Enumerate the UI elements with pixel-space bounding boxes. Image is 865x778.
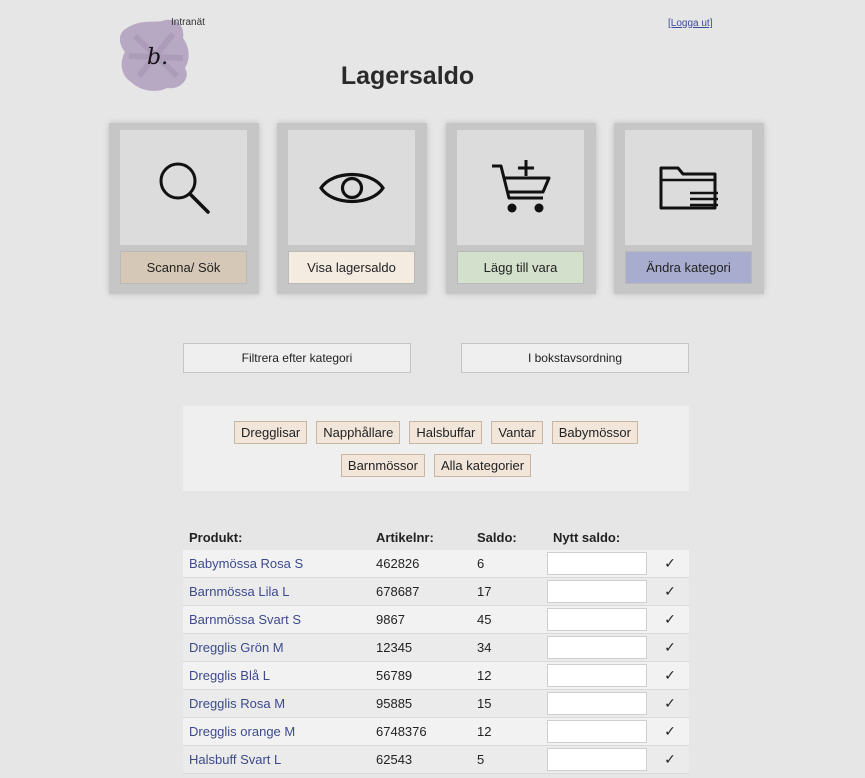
- table-row: Dregglis Rosa M 95885 15 ✓: [183, 689, 689, 718]
- category-chip-dregglisar[interactable]: Dregglisar: [234, 421, 308, 444]
- category-chip-all[interactable]: Alla kategorier: [433, 454, 532, 477]
- category-chip-barnmossor[interactable]: Barnmössor: [340, 454, 425, 477]
- new-stock-input[interactable]: [547, 636, 647, 659]
- product-name[interactable]: Barnmössa Lila L: [183, 577, 370, 606]
- column-header-new-stock: Nytt saldo:: [547, 524, 651, 550]
- confirm-check-icon[interactable]: ✓: [651, 745, 689, 774]
- confirm-check-icon[interactable]: ✓: [651, 661, 689, 690]
- tile-change-category[interactable]: Ändra kategori: [614, 123, 764, 294]
- tile-view-stock[interactable]: Visa lagersaldo: [277, 123, 427, 294]
- article-number: 12345: [370, 633, 471, 662]
- tile-label-add-item[interactable]: Lägg till vara: [457, 251, 584, 284]
- tile-icon-box: [288, 130, 415, 245]
- confirm-check-icon[interactable]: ✓: [651, 577, 689, 606]
- table-row: Dregglis Grön M 12345 34 ✓: [183, 633, 689, 662]
- confirm-check-icon[interactable]: ✓: [651, 633, 689, 662]
- article-number: 678687: [370, 577, 471, 606]
- stock-value: 15: [471, 689, 547, 718]
- product-name[interactable]: Dregglis Blå L: [183, 661, 370, 690]
- confirm-check-icon[interactable]: ✓: [651, 689, 689, 718]
- page-title: Lagersaldo: [340, 62, 475, 90]
- stock-value: 34: [471, 633, 547, 662]
- table-row: Barnmössa Svart S 9867 45 ✓: [183, 605, 689, 634]
- tile-add-item[interactable]: Lägg till vara: [446, 123, 596, 294]
- tile-icon-box: [625, 130, 752, 245]
- article-number: 9867: [370, 605, 471, 634]
- product-name[interactable]: Halsbuff Svart L: [183, 745, 370, 774]
- column-header-article: Artikelnr:: [370, 524, 471, 550]
- category-chip-napphallare[interactable]: Napphållare: [316, 421, 401, 444]
- product-name[interactable]: Dregglis orange M: [183, 717, 370, 746]
- new-stock-input[interactable]: [547, 580, 647, 603]
- intranet-label: Intranät: [171, 17, 205, 28]
- category-panel: Dregglisar Napphållare Halsbuffar Vantar…: [183, 406, 689, 491]
- product-name[interactable]: Barnmössa Svart S: [183, 605, 370, 634]
- tile-label-change-category[interactable]: Ändra kategori: [625, 251, 752, 284]
- product-name[interactable]: Babymössa Rosa S: [183, 550, 370, 578]
- tile-icon-box: [120, 130, 247, 245]
- search-icon: [159, 162, 210, 214]
- column-header-product: Produkt:: [183, 524, 370, 550]
- tile-label-view-stock[interactable]: Visa lagersaldo: [288, 251, 415, 284]
- table-header-row: Produkt: Artikelnr: Saldo: Nytt saldo:: [183, 524, 689, 550]
- logout-link[interactable]: [Logga ut]: [668, 18, 712, 29]
- sort-alphabetical-button[interactable]: I bokstavsordning: [461, 343, 689, 373]
- table-row: Halsbuff Svart L 62543 5 ✓: [183, 745, 689, 774]
- category-chip-halsbuffar[interactable]: Halsbuffar: [409, 421, 483, 444]
- article-number: 62543: [370, 745, 471, 774]
- stock-value: 45: [471, 605, 547, 634]
- add-to-cart-icon: [491, 159, 550, 212]
- table-row: Dregglis orange M 6748376 12 ✓: [183, 717, 689, 746]
- product-name[interactable]: Dregglis Grön M: [183, 633, 370, 662]
- new-stock-input[interactable]: [547, 720, 647, 743]
- stock-value: 17: [471, 577, 547, 606]
- new-stock-input[interactable]: [547, 748, 647, 771]
- table-row: Babymössa Rosa S 462826 6 ✓: [183, 550, 689, 578]
- new-stock-input[interactable]: [547, 664, 647, 687]
- article-number: 95885: [370, 689, 471, 718]
- product-name[interactable]: Dregglis Rosa M: [183, 689, 370, 718]
- confirm-check-icon[interactable]: ✓: [651, 605, 689, 634]
- confirm-check-icon[interactable]: ✓: [651, 550, 689, 578]
- confirm-check-icon[interactable]: ✓: [651, 717, 689, 746]
- new-stock-input[interactable]: [547, 552, 647, 575]
- tile-label-scan-search[interactable]: Scanna/ Sök: [120, 251, 247, 284]
- tile-icon-box: [457, 130, 584, 245]
- stock-table: Produkt: Artikelnr: Saldo: Nytt saldo: B…: [183, 524, 689, 774]
- category-chip-vantar[interactable]: Vantar: [491, 421, 543, 444]
- table-row: Dregglis Blå L 56789 12 ✓: [183, 661, 689, 690]
- new-stock-input[interactable]: [547, 608, 647, 631]
- tile-scan-search[interactable]: Scanna/ Sök: [109, 123, 259, 294]
- stock-value: 5: [471, 745, 547, 774]
- new-stock-input[interactable]: [547, 692, 647, 715]
- column-header-stock: Saldo:: [471, 524, 547, 550]
- category-chip-babymossor[interactable]: Babymössor: [551, 421, 638, 444]
- stock-value: 12: [471, 661, 547, 690]
- stock-value: 6: [471, 550, 547, 578]
- column-header-confirm: [651, 524, 689, 550]
- article-number: 56789: [370, 661, 471, 690]
- table-row: Barnmössa Lila L 678687 17 ✓: [183, 577, 689, 606]
- folder-icon: [659, 166, 718, 209]
- article-number: 6748376: [370, 717, 471, 746]
- filter-by-category-button[interactable]: Filtrera efter kategori: [183, 343, 411, 373]
- stock-value: 12: [471, 717, 547, 746]
- eye-icon: [318, 172, 385, 203]
- article-number: 462826: [370, 550, 471, 578]
